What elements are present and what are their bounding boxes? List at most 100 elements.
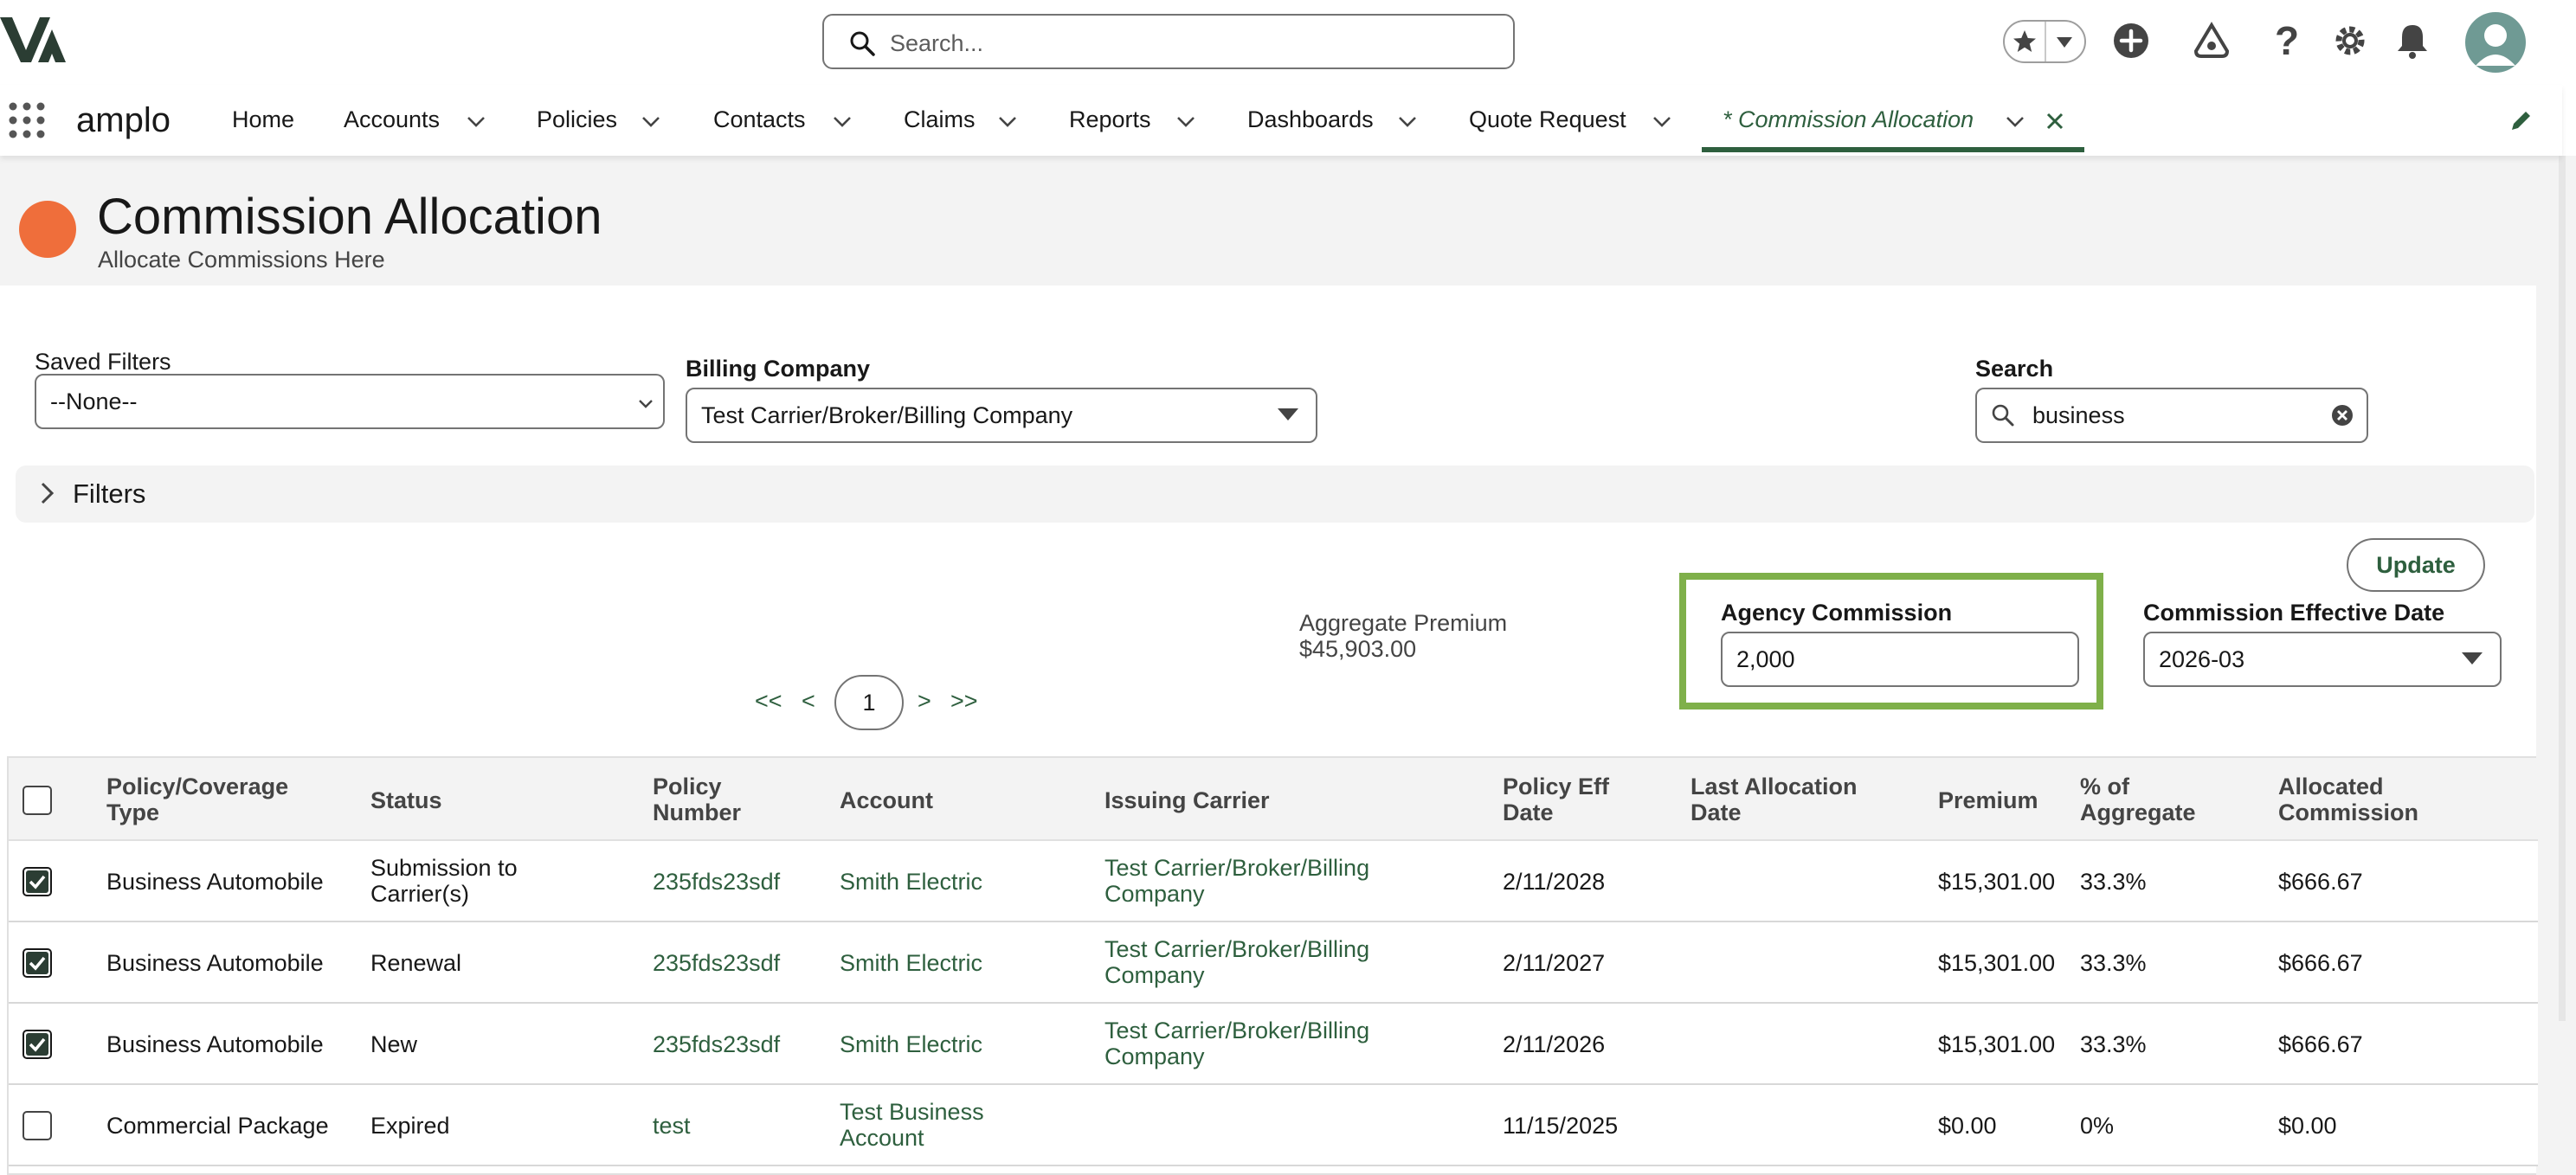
favorites-group[interactable]: [2003, 20, 2086, 63]
chevron-right-icon: [41, 482, 55, 504]
cell-policy-number-link[interactable]: 235fds23sdf: [653, 950, 780, 976]
table-row[interactable]: Business Automobile Submission to Carrie…: [9, 841, 2538, 922]
help-icon[interactable]: ?: [2265, 19, 2309, 62]
row-checkbox-checked[interactable]: [23, 867, 52, 896]
nav-item-accounts[interactable]: Accounts: [344, 104, 440, 135]
col-header-type[interactable]: Policy/Coverage: [106, 774, 288, 799]
cell-carrier-link[interactable]: Test Carrier/Broker/Billing: [1104, 936, 1369, 962]
cell-carrier-link-line2[interactable]: Company: [1104, 881, 1205, 907]
cell-carrier-link-line2[interactable]: Company: [1104, 962, 1205, 988]
cell-premium: $15,301.00: [1938, 869, 2056, 895]
chevron-down-icon[interactable]: [1397, 111, 1418, 132]
cell-carrier-link-line2[interactable]: Company: [1104, 1043, 1205, 1069]
row-checkbox[interactable]: [23, 1111, 52, 1140]
table-search-input[interactable]: business: [1975, 388, 2368, 443]
cell-policy-number-link[interactable]: test: [653, 1113, 691, 1139]
table-row[interactable]: Business Automobile New 235fds23sdf Smit…: [9, 1004, 2538, 1085]
notifications-bell-icon[interactable]: [2391, 19, 2434, 62]
user-avatar[interactable]: [2465, 12, 2526, 73]
nav-item-claims[interactable]: Claims: [904, 104, 976, 135]
aggregate-premium-label: Aggregate Premium: [1299, 610, 1508, 636]
app-nav-bar: amplo Home Accounts Policies Contacts Cl…: [0, 85, 2562, 156]
chevron-down-icon[interactable]: [1175, 111, 1196, 132]
commission-table: Policy/Coverage Type Status Policy Numbe…: [7, 756, 2538, 1175]
nav-item-policies[interactable]: Policies: [537, 104, 617, 135]
company-logo[interactable]: [0, 12, 71, 67]
cell-account-link[interactable]: Test Business: [840, 1099, 984, 1125]
col-header-policy-eff-date-line2[interactable]: Date: [1503, 799, 1554, 825]
page-scrollbar-track[interactable]: [2536, 156, 2576, 1175]
cell-carrier-link[interactable]: Test Carrier/Broker/Billing: [1104, 1018, 1369, 1043]
col-header-allocated-commission-line2[interactable]: Commission: [2278, 799, 2418, 825]
cell-allocated-commission: $666.67: [2278, 869, 2363, 895]
add-icon[interactable]: [2109, 19, 2153, 62]
col-header-policy-number[interactable]: Policy: [653, 774, 722, 799]
cell-pct-aggregate: 0%: [2080, 1113, 2115, 1139]
row-checkbox-checked[interactable]: [23, 1030, 52, 1059]
cell-type: Business Automobile: [106, 950, 324, 976]
close-tab-icon[interactable]: [2045, 111, 2065, 132]
col-header-last-allocation-date[interactable]: Last Allocation: [1690, 774, 1858, 799]
trailhead-icon[interactable]: [2190, 19, 2233, 62]
cell-account-link[interactable]: Smith Electric: [840, 869, 982, 895]
previous-page-link[interactable]: <: [802, 687, 815, 715]
star-icon[interactable]: [2012, 29, 2038, 55]
col-header-status[interactable]: Status: [370, 787, 442, 813]
nav-item-reports[interactable]: Reports: [1069, 104, 1151, 135]
last-page-link[interactable]: >>: [950, 687, 978, 715]
col-header-policy-number-line2[interactable]: Number: [653, 799, 741, 825]
agency-commission-input[interactable]: 2,000: [1721, 632, 2079, 687]
search-icon: [1992, 404, 2014, 427]
col-header-issuing-carrier[interactable]: Issuing Carrier: [1104, 787, 1270, 813]
cell-carrier-link[interactable]: Test Carrier/Broker/Billing: [1104, 855, 1369, 881]
update-button[interactable]: Update: [2347, 538, 2485, 592]
col-header-account[interactable]: Account: [840, 787, 933, 813]
cell-policy-eff-date: 2/11/2027: [1503, 950, 1606, 976]
next-page-link[interactable]: >: [918, 687, 931, 715]
settings-gear-icon[interactable]: [2328, 19, 2372, 62]
cell-account-link-line2[interactable]: Account: [840, 1125, 924, 1151]
nav-item-dashboards[interactable]: Dashboards: [1247, 104, 1374, 135]
nav-item-contacts[interactable]: Contacts: [713, 104, 806, 135]
current-page-button[interactable]: 1: [834, 675, 904, 730]
table-row[interactable]: Commercial Package Expired test Test Bus…: [9, 1085, 2538, 1166]
commission-effective-date-value: 2026-03: [2159, 646, 2245, 672]
chevron-down-icon[interactable]: [466, 111, 486, 132]
global-search-input[interactable]: Search...: [822, 14, 1515, 69]
chevron-down-icon[interactable]: [997, 111, 1018, 132]
chevron-down-icon[interactable]: [2005, 111, 2025, 132]
nav-item-home[interactable]: Home: [232, 104, 294, 135]
chevron-down-icon[interactable]: [1652, 111, 1672, 132]
nav-item-quote-request[interactable]: Quote Request: [1469, 104, 1626, 135]
tab-commission-allocation[interactable]: * Commission Allocation: [1723, 104, 1974, 135]
cell-account-link[interactable]: Smith Electric: [840, 1031, 982, 1057]
row-checkbox-checked[interactable]: [23, 948, 52, 978]
first-page-link[interactable]: <<: [755, 687, 782, 715]
search-placeholder: Search...: [890, 30, 984, 56]
commission-effective-date-select[interactable]: 2026-03: [2143, 632, 2502, 687]
cell-policy-number-link[interactable]: 235fds23sdf: [653, 1031, 780, 1057]
favorites-dropdown-icon[interactable]: [2055, 35, 2074, 49]
col-header-allocated-commission[interactable]: Allocated: [2278, 774, 2384, 799]
col-header-last-allocation-date-line2[interactable]: Date: [1690, 799, 1742, 825]
cell-policy-number-link[interactable]: 235fds23sdf: [653, 869, 780, 895]
cell-allocated-commission: $0.00: [2278, 1113, 2337, 1139]
col-header-policy-eff-date[interactable]: Policy Eff: [1503, 774, 1609, 799]
edit-nav-pencil-icon[interactable]: [2508, 107, 2534, 133]
cell-status-line2: Carrier(s): [370, 881, 469, 907]
select-all-checkbox[interactable]: [23, 786, 52, 815]
app-launcher-icon[interactable]: [7, 100, 47, 140]
saved-filters-select[interactable]: --None--: [35, 374, 665, 429]
page-scrollbar-thumb[interactable]: [2559, 156, 2566, 1021]
chevron-down-icon[interactable]: [832, 111, 853, 132]
col-header-premium[interactable]: Premium: [1938, 787, 2038, 813]
billing-company-select[interactable]: Test Carrier/Broker/Billing Company: [686, 388, 1317, 443]
filters-accordion[interactable]: Filters: [16, 466, 2534, 523]
clear-search-icon[interactable]: [2330, 403, 2354, 427]
col-header-type-line2[interactable]: Type: [106, 799, 159, 825]
table-row[interactable]: Business Automobile Renewal 235fds23sdf …: [9, 922, 2538, 1004]
col-header-pct-aggregate[interactable]: % of: [2080, 774, 2129, 799]
chevron-down-icon[interactable]: [641, 111, 661, 132]
col-header-pct-aggregate-line2[interactable]: Aggregate: [2080, 799, 2196, 825]
cell-account-link[interactable]: Smith Electric: [840, 950, 982, 976]
